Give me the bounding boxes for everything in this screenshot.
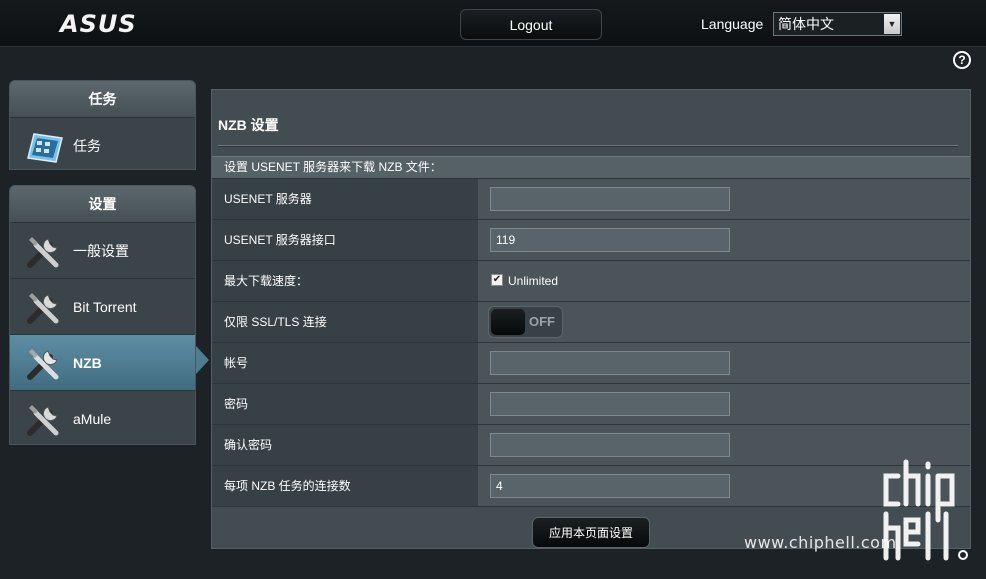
sidebar-settings-title: 设置 bbox=[10, 186, 195, 223]
page-title: NZB 设置 bbox=[218, 117, 279, 133]
task-manager-icon bbox=[27, 133, 63, 163]
sidebar-item-bittorrent[interactable]: Bit Torrent bbox=[10, 279, 195, 335]
unlimited-label: Unlimited bbox=[508, 274, 559, 288]
help-icon[interactable]: ? bbox=[953, 51, 971, 69]
toggle-knob bbox=[491, 309, 525, 335]
connections-row: 每项 NZB 任务的连接数 4 bbox=[212, 465, 970, 507]
field-label: 密码 bbox=[212, 384, 478, 424]
sidebar-item-nzb[interactable]: NZB bbox=[10, 335, 195, 391]
tools-icon bbox=[27, 405, 59, 436]
ssl-tls-row: 仅限 SSL/TLS 连接 OFF bbox=[212, 301, 970, 342]
field-label: USENET 服务器 bbox=[212, 179, 478, 219]
connections-input[interactable]: 4 bbox=[490, 474, 730, 498]
sidebar-item-label: 任务 bbox=[73, 138, 101, 154]
password-row: 密码 bbox=[212, 383, 970, 424]
field-label: USENET 服务器接口 bbox=[212, 220, 478, 260]
usenet-port-row: USENET 服务器接口 119 bbox=[212, 219, 970, 260]
ssl-tls-toggle[interactable]: OFF bbox=[488, 306, 563, 338]
field-label: 帐号 bbox=[212, 343, 478, 383]
title-divider bbox=[218, 145, 958, 147]
asus-logo: ASUS bbox=[60, 10, 137, 38]
account-row: 帐号 bbox=[212, 342, 970, 383]
usenet-server-row: USENET 服务器 bbox=[212, 178, 970, 219]
nzb-settings-panel: NZB 设置 设置 USENET 服务器来下载 NZB 文件： USENET 服… bbox=[211, 89, 971, 549]
chevron-down-icon[interactable]: ▼ bbox=[884, 14, 900, 34]
password-input[interactable] bbox=[490, 392, 730, 416]
tools-icon bbox=[27, 237, 59, 268]
language-select[interactable]: 简体中文 ▼ bbox=[773, 12, 902, 36]
section-heading: 设置 USENET 服务器来下载 NZB 文件： bbox=[212, 156, 970, 178]
top-bar: ASUS Logout Language 简体中文 ▼ bbox=[0, 0, 986, 47]
sidebar-task-section: 任务 任务 bbox=[9, 80, 196, 170]
sidebar-item-task[interactable]: 任务 bbox=[10, 118, 195, 169]
sidebar-task-title: 任务 bbox=[10, 81, 195, 118]
field-label: 每项 NZB 任务的连接数 bbox=[212, 466, 478, 506]
tools-icon bbox=[27, 293, 59, 324]
sidebar-item-amule[interactable]: aMule bbox=[10, 391, 195, 444]
field-label: 最大下载速度： bbox=[212, 261, 478, 301]
account-input[interactable] bbox=[490, 351, 730, 375]
watermark-url: www.chiphell.com bbox=[744, 533, 897, 552]
sidebar-item-label: aMule bbox=[73, 411, 112, 427]
usenet-server-input[interactable] bbox=[490, 187, 730, 211]
max-download-speed-row: 最大下载速度： ✔ Unlimited bbox=[212, 260, 970, 301]
tools-icon bbox=[27, 349, 59, 380]
sidebar-item-general[interactable]: 一般设置 bbox=[10, 223, 195, 279]
sidebar-item-label: NZB bbox=[73, 355, 102, 371]
confirm-password-input[interactable] bbox=[490, 433, 730, 457]
language-label: Language bbox=[701, 16, 764, 32]
sidebar-item-label: 一般设置 bbox=[73, 243, 129, 259]
unlimited-checkbox[interactable]: ✔ bbox=[491, 274, 503, 286]
logout-button[interactable]: Logout bbox=[460, 9, 602, 40]
chiphell-watermark-logo bbox=[883, 459, 968, 561]
usenet-port-input[interactable]: 119 bbox=[490, 228, 730, 252]
apply-button[interactable]: 应用本页面设置 bbox=[532, 517, 650, 548]
field-label: 确认密码 bbox=[212, 425, 478, 465]
confirm-password-row: 确认密码 bbox=[212, 424, 970, 465]
active-item-arrow bbox=[196, 346, 209, 374]
language-value: 简体中文 bbox=[778, 16, 834, 32]
field-label: 仅限 SSL/TLS 连接 bbox=[212, 302, 478, 342]
sidebar-settings-section: 设置 一般设置 Bit Torrent NZB aMule bbox=[9, 185, 196, 445]
sidebar-item-label: Bit Torrent bbox=[73, 299, 137, 315]
toggle-state-label: OFF bbox=[529, 314, 555, 329]
